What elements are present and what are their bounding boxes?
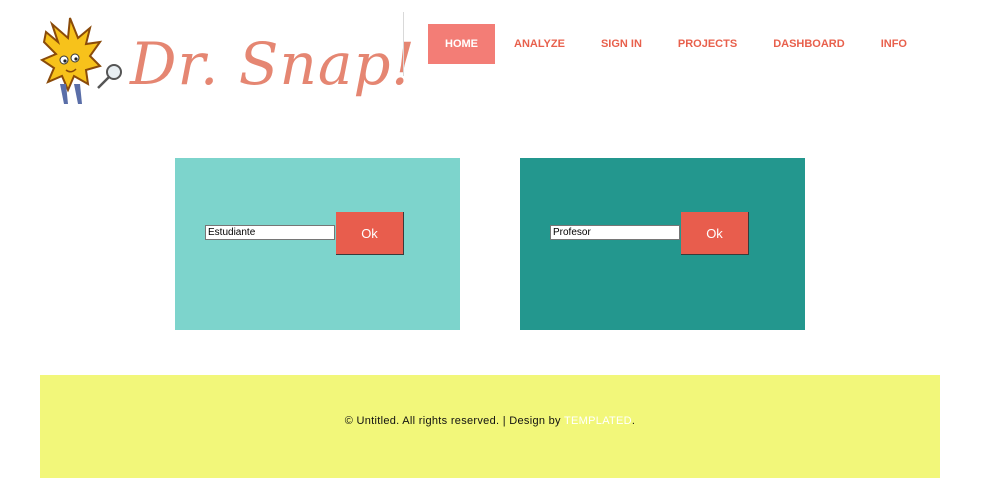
logo-text: Dr. Snap! [130, 30, 416, 98]
student-field[interactable] [205, 225, 335, 240]
footer-copyright-text: © Untitled. All rights reserved. | Desig… [344, 415, 565, 427]
footer-suffix: . [631, 415, 636, 427]
snap-mascot-icon [40, 17, 122, 104]
nav-sign-in[interactable]: SIGN IN [584, 24, 659, 64]
teacher-ok-button[interactable]: Ok [681, 212, 749, 255]
nav-home[interactable]: HOME [428, 24, 495, 64]
header-divider [403, 12, 404, 76]
footer: © Untitled. All rights reserved. | Desig… [40, 375, 940, 478]
nav-info[interactable]: INFO [864, 24, 924, 64]
teacher-login-panel: Ok [520, 158, 805, 330]
main-nav: HOME ANALYZE SIGN IN PROJECTS DASHBOARD … [428, 24, 926, 64]
nav-dashboard[interactable]: DASHBOARD [756, 24, 862, 64]
student-login-panel: Ok [175, 158, 460, 330]
footer-copyright: © Untitled. All rights reserved. | Desig… [40, 415, 940, 427]
teacher-field[interactable] [550, 225, 680, 240]
logo[interactable]: Dr. Snap! [40, 12, 415, 108]
templated-link[interactable]: TEMPLATED [564, 415, 632, 427]
nav-analyze[interactable]: ANALYZE [497, 24, 582, 64]
nav-projects[interactable]: PROJECTS [661, 24, 754, 64]
student-ok-button[interactable]: Ok [336, 212, 404, 255]
